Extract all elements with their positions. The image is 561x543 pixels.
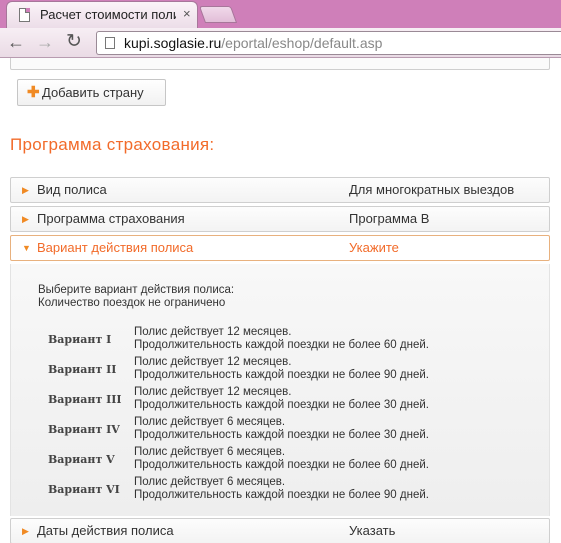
variant-line: Продолжительность каждой поездки не боле… — [134, 369, 429, 381]
variant-description: Полис действует 12 месяцев. Продолжитель… — [134, 326, 429, 352]
variant-name: Вариант V — [48, 453, 115, 466]
variant-description: Полис действует 6 месяцев. Продолжительн… — [134, 476, 429, 502]
arrow-right-icon: ▶ — [22, 185, 29, 195]
add-country-button[interactable]: ✚ Добавить страну — [17, 79, 166, 106]
row-value: Укажите — [349, 240, 399, 255]
browser-toolbar: ← → ↻ kupi.soglasie.ru/eportal/eshop/def… — [0, 28, 561, 58]
row-policy-type[interactable]: ▶ Вид полиса Для многократных выездов — [10, 177, 550, 203]
variant-line: Полис действует 6 месяцев. — [134, 476, 286, 488]
variant-description: Полис действует 6 месяцев. Продолжительн… — [134, 416, 429, 442]
variant-name: Вариант II — [48, 363, 117, 376]
browser-chrome: Расчет стоимости полис × ← → ↻ kupi.sogl… — [0, 0, 561, 58]
url-path: /eportal/eshop/default.asp — [221, 35, 383, 51]
variant-line: Продолжительность каждой поездки не боле… — [134, 459, 429, 471]
variant-line: Продолжительность каждой поездки не боле… — [134, 429, 429, 441]
row-value: Для многократных выездов — [349, 182, 515, 197]
row-value: Указать — [349, 523, 396, 538]
browser-tab[interactable]: Расчет стоимости полис × — [6, 1, 198, 28]
arrow-right-icon: ▶ — [22, 526, 29, 536]
intro-line: Выберите вариант действия полиса: — [38, 284, 235, 296]
variant-line: Полис действует 12 месяцев. — [134, 356, 292, 368]
panel-intro: Выберите вариант действия полиса: Количе… — [38, 284, 234, 310]
intro-line: Количество поездок не ограничено — [38, 297, 226, 309]
variant-name: Вариант III — [48, 393, 122, 406]
forward-icon[interactable]: → — [36, 32, 54, 52]
section-title: Программа страхования: — [10, 135, 215, 154]
variant-name: Вариант I — [48, 333, 112, 346]
document-icon — [19, 8, 30, 22]
variant-line: Продолжительность каждой поездки не боле… — [134, 399, 429, 411]
variant-name: Вариант VI — [48, 483, 120, 496]
variant-line: Полис действует 6 месяцев. — [134, 446, 286, 458]
add-country-label: Добавить страну — [42, 85, 144, 100]
tab-title: Расчет стоимости полис — [40, 7, 176, 22]
row-label: Вид полиса — [37, 182, 107, 197]
row-label: Программа страхования — [37, 211, 185, 226]
url-host: kupi.soglasie.ru — [124, 35, 222, 51]
previous-row — [10, 58, 550, 70]
row-value: Программа В — [349, 211, 430, 226]
arrow-down-icon: ▼ — [22, 243, 31, 253]
plus-icon: ✚ — [27, 84, 40, 101]
variant-description: Полис действует 6 месяцев. Продолжительн… — [134, 446, 429, 472]
variant-name: Вариант IV — [48, 423, 120, 436]
row-insurance-program[interactable]: ▶ Программа страхования Программа В — [10, 206, 550, 232]
reload-icon[interactable]: ↻ — [66, 32, 82, 52]
row-label: Вариант действия полиса — [37, 240, 194, 255]
page-content: ✚ Добавить страну Программа страхования:… — [0, 58, 561, 543]
row-label: Даты действия полиса — [37, 523, 174, 538]
row-policy-variant[interactable]: ▼ Вариант действия полиса Укажите — [10, 235, 550, 261]
variant-line: Продолжительность каждой поездки не боле… — [134, 489, 429, 501]
variant-panel: Выберите вариант действия полиса: Количе… — [10, 264, 550, 516]
page-icon — [105, 37, 115, 49]
new-tab-button[interactable] — [198, 6, 238, 23]
close-icon[interactable]: × — [183, 6, 191, 21]
back-icon[interactable]: ← — [7, 32, 25, 52]
variant-description: Полис действует 12 месяцев. Продолжитель… — [134, 386, 429, 412]
arrow-right-icon: ▶ — [22, 214, 29, 224]
variant-line: Продолжительность каждой поездки не боле… — [134, 339, 429, 351]
row-policy-dates[interactable]: ▶ Даты действия полиса Указать — [10, 518, 550, 543]
variant-description: Полис действует 12 месяцев. Продолжитель… — [134, 356, 429, 382]
variant-line: Полис действует 12 месяцев. — [134, 326, 292, 338]
variant-line: Полис действует 6 месяцев. — [134, 416, 286, 428]
address-bar[interactable]: kupi.soglasie.ru/eportal/eshop/default.a… — [96, 31, 561, 55]
variant-line: Полис действует 12 месяцев. — [134, 386, 292, 398]
